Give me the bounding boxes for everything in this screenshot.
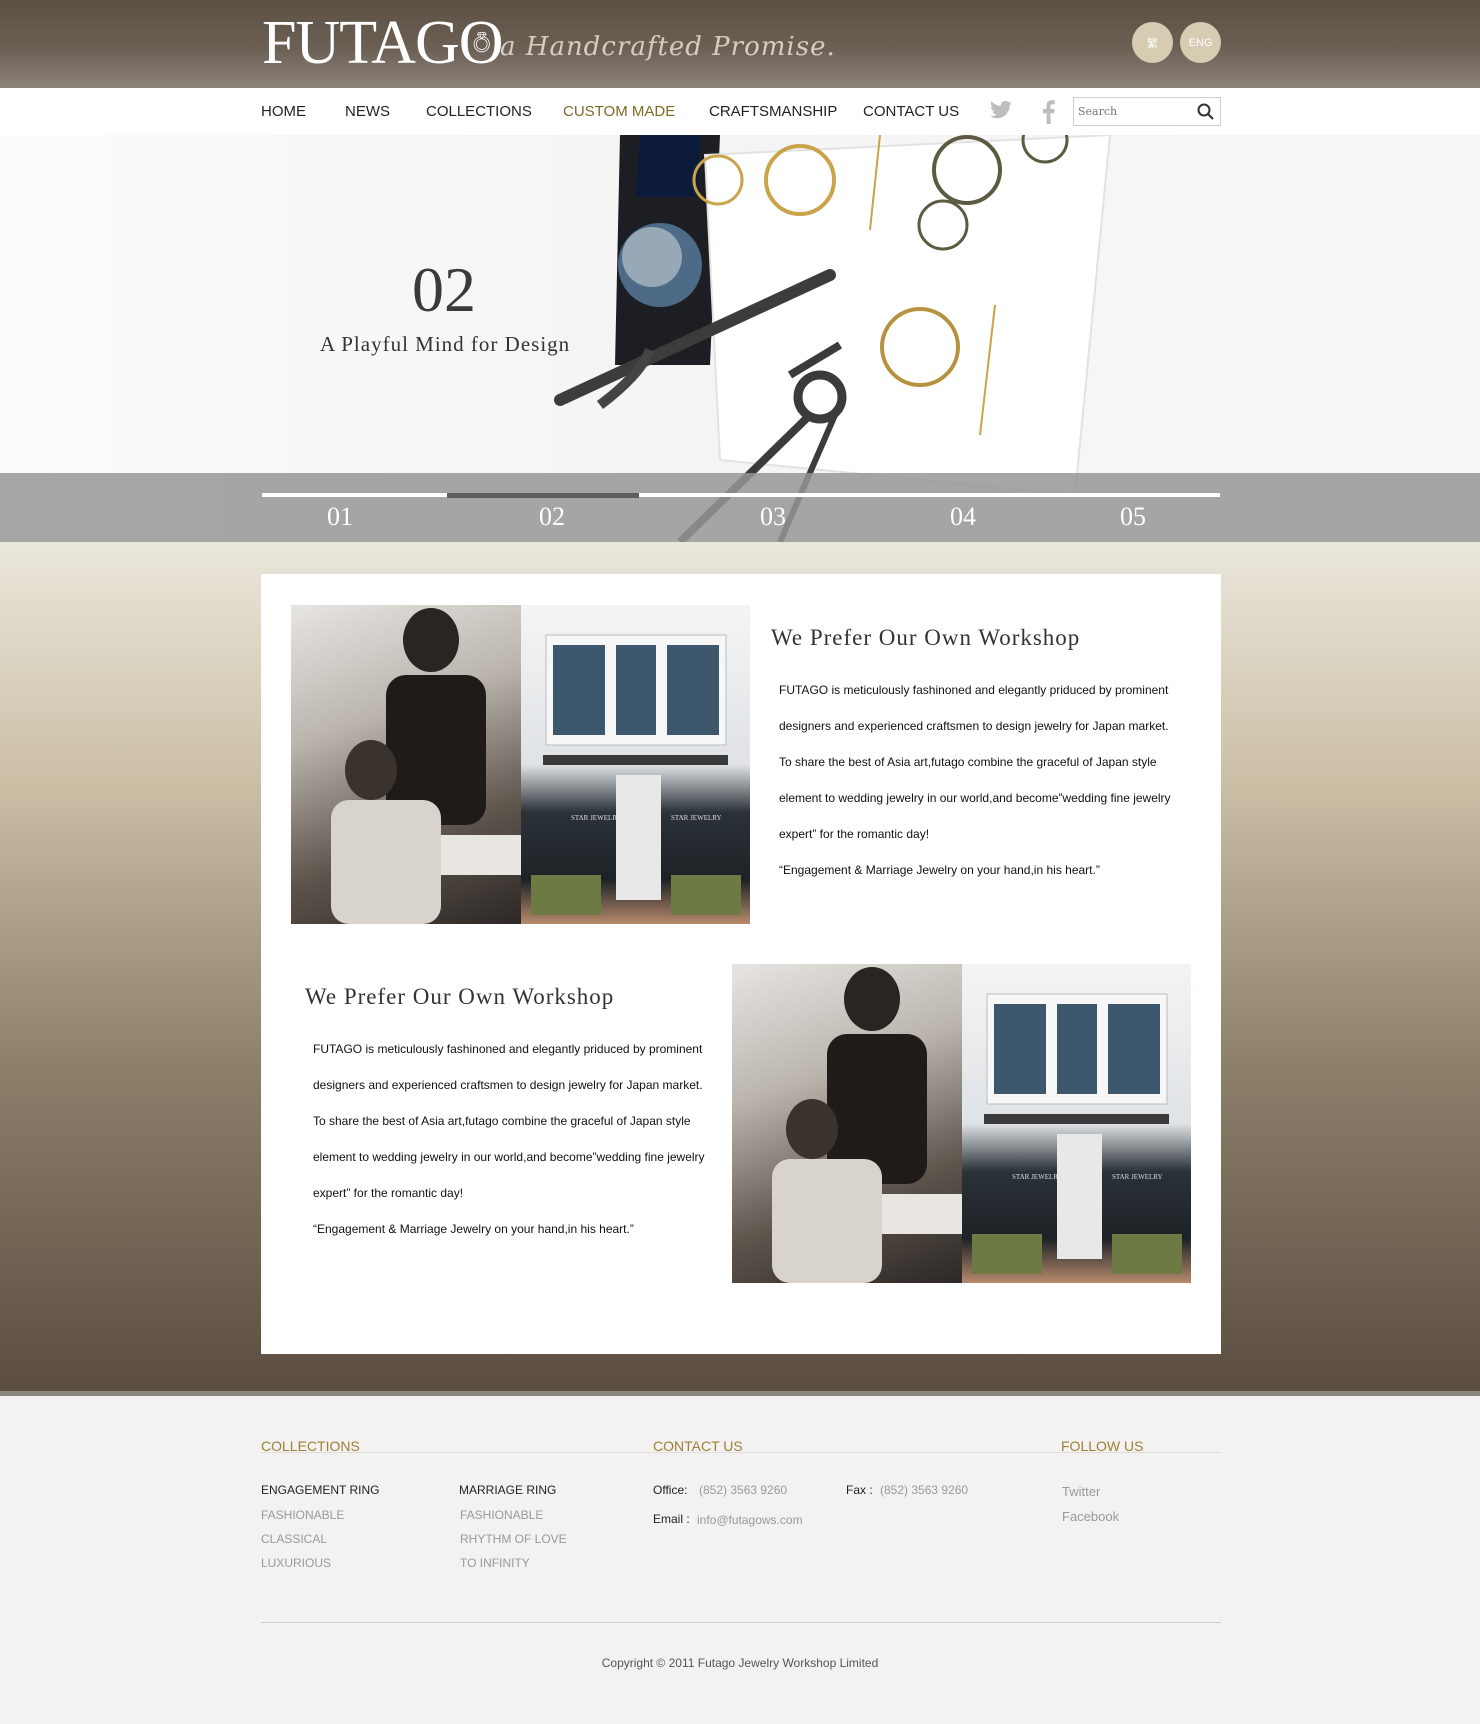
footer-link-luxurious[interactable]: LUXURIOUS xyxy=(261,1556,331,1570)
lang-english-button[interactable]: ENG xyxy=(1180,22,1221,63)
section-1-text: FUTAGO is meticulously fashinoned and el… xyxy=(779,672,1171,888)
logo[interactable]: FUTAGO 💍︎ xyxy=(262,12,503,74)
svg-text:STAR JEWELRY: STAR JEWELRY xyxy=(671,814,722,822)
nav-home[interactable]: HOME xyxy=(261,103,306,120)
footer-link-twitter[interactable]: Twitter xyxy=(1062,1484,1100,1499)
ring-icon: 💍︎ xyxy=(469,32,494,54)
footer-divider xyxy=(261,1622,1221,1623)
section-1-line-1: FUTAGO is meticulously fashinoned and el… xyxy=(779,683,1169,697)
tagline: a Handcrafted Promise. xyxy=(500,32,836,62)
section-2-title: We Prefer Our Own Workshop xyxy=(305,984,615,1009)
nav-craftsmanship[interactable]: CRAFTSMANSHIP xyxy=(709,103,837,120)
slider-active-indicator xyxy=(447,493,639,498)
site-footer: COLLECTIONS CONTACT US FOLLOW US ENGAGEM… xyxy=(0,1396,1480,1724)
footer-fax-number: (852) 3563 9260 xyxy=(880,1483,969,1497)
svg-text:STAR JEWELRY: STAR JEWELRY xyxy=(571,814,622,822)
nav-news[interactable]: NEWS xyxy=(345,103,390,120)
hero-slider: 02 A Playful Mind for Design 01 02 03 04… xyxy=(0,135,1480,542)
section-1-title: We Prefer Our Own Workshop xyxy=(771,625,1081,650)
footer-office-phone: (852) 3563 9260 xyxy=(699,1483,788,1497)
section-2-line-2: designers and experienced craftsmen to d… xyxy=(313,1078,703,1092)
section-2-line-6: “Engagement & Marriage Jewelry on your h… xyxy=(313,1222,634,1236)
facebook-icon[interactable] xyxy=(1036,100,1060,124)
hero-title: A Playful Mind for Design xyxy=(320,332,571,356)
section-1-line-4: element to wedding jewelry in our world,… xyxy=(779,791,1171,805)
nav-contact-us[interactable]: CONTACT US xyxy=(863,103,959,120)
slide-tab-04[interactable]: 04 xyxy=(950,502,976,532)
search-icon[interactable] xyxy=(1196,102,1216,122)
search-input[interactable] xyxy=(1074,98,1192,125)
svg-text:STAR JEWELRY: STAR JEWELRY xyxy=(1112,1173,1163,1181)
hero-number: 02 xyxy=(412,254,476,325)
section-1-line-3: To share the best of Asia art,futago com… xyxy=(779,755,1157,769)
site-header: FUTAGO 💍︎ a Handcrafted Promise. 繁 ENG xyxy=(0,0,1480,88)
footer-heading-rule xyxy=(261,1452,1221,1453)
twitter-icon[interactable] xyxy=(989,100,1013,124)
section-2-text: FUTAGO is meticulously fashinoned and el… xyxy=(313,1031,705,1247)
slide-tab-05[interactable]: 05 xyxy=(1120,502,1146,532)
footer-office-label: Office: xyxy=(653,1483,688,1497)
search-box xyxy=(1073,97,1221,126)
main-nav: HOME NEWS COLLECTIONS CUSTOM MADE CRAFTS… xyxy=(0,88,1480,135)
slide-tab-01[interactable]: 01 xyxy=(327,502,353,532)
section-1-line-2: designers and experienced craftsmen to d… xyxy=(779,719,1169,733)
footer-engagement-ring-title[interactable]: ENGAGEMENT RING xyxy=(261,1483,379,1497)
footer-link-rhythm-of-love[interactable]: RHYTHM OF LOVE xyxy=(460,1532,567,1546)
workshop-storefront-photo-2: STAR JEWELRY STAR JEWELRY xyxy=(962,964,1191,1283)
footer-link-facebook[interactable]: Facebook xyxy=(1062,1509,1119,1524)
svg-text:STAR JEWELRY: STAR JEWELRY xyxy=(1012,1173,1063,1181)
footer-marriage-ring-title[interactable]: MARRIAGE RING xyxy=(459,1483,556,1497)
workshop-people-photo xyxy=(291,605,521,924)
logo-text: FUTAGO xyxy=(262,9,503,77)
section-1-line-6: “Engagement & Marriage Jewelry on your h… xyxy=(779,863,1100,877)
footer-link-fashionable-2[interactable]: FASHIONABLE xyxy=(460,1508,543,1522)
slider-nav-bar xyxy=(0,473,1480,542)
nav-collections[interactable]: COLLECTIONS xyxy=(426,103,532,120)
footer-email[interactable]: info@futagows.com xyxy=(697,1513,803,1527)
section-2-line-3: To share the best of Asia art,futago com… xyxy=(313,1114,691,1128)
copyright: Copyright © 2011 Futago Jewelry Workshop… xyxy=(601,1656,879,1670)
slider-track xyxy=(262,493,1220,497)
nav-custom-made[interactable]: CUSTOM MADE xyxy=(563,103,675,120)
footer-link-classical[interactable]: CLASSICAL xyxy=(261,1532,327,1546)
footer-link-fashionable[interactable]: FASHIONABLE xyxy=(261,1508,344,1522)
section-2-line-4: element to wedding jewelry in our world,… xyxy=(313,1150,705,1164)
footer-link-to-infinity[interactable]: TO INFINITY xyxy=(460,1556,530,1570)
workshop-storefront-photo: STAR JEWELRY STAR JEWELRY xyxy=(521,605,750,924)
section-1-line-5: expert” for the romantic day! xyxy=(779,827,930,841)
lang-chinese-button[interactable]: 繁 xyxy=(1132,22,1173,63)
slide-tab-02[interactable]: 02 xyxy=(539,502,565,532)
footer-fax-label: Fax : xyxy=(846,1483,873,1497)
workshop-people-photo-2 xyxy=(732,964,962,1283)
footer-email-label: Email : xyxy=(653,1512,690,1526)
section-2-line-5: expert” for the romantic day! xyxy=(313,1186,464,1200)
content-card: STAR JEWELRY STAR JEWELRY We Prefer Our … xyxy=(261,574,1221,1354)
section-2-line-1: FUTAGO is meticulously fashinoned and el… xyxy=(313,1042,703,1056)
slide-tab-03[interactable]: 03 xyxy=(760,502,786,532)
